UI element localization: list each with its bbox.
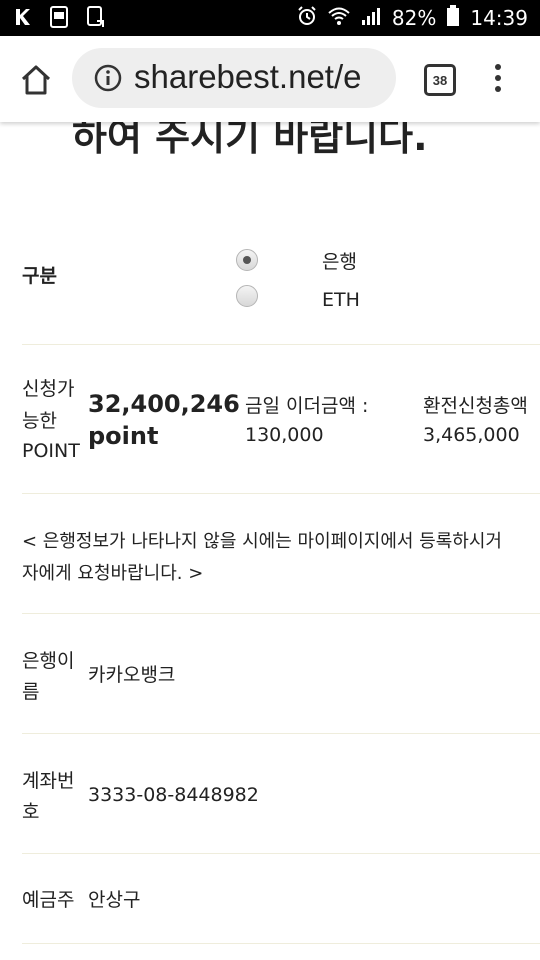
url-text[interactable]: sharebest.net/e — [134, 58, 362, 96]
bank-name-value: 카카오뱅크 — [88, 664, 176, 686]
point-label-line2: 능한 — [22, 410, 57, 432]
account-label-line1: 계좌번 — [22, 770, 75, 792]
holder-label: 예금주 — [22, 889, 75, 911]
bank-label-line1: 은행이 — [22, 650, 75, 672]
account-label-line2: 호 — [22, 801, 40, 823]
home-button[interactable] — [18, 62, 54, 98]
page-content: 하여 주시기 바랍니다. 구분 은행 ETH 신청가 능한 POINT 32,4… — [0, 122, 540, 960]
info-icon[interactable] — [94, 64, 122, 92]
point-unit: point — [88, 422, 159, 450]
holder-value: 안상구 — [88, 889, 141, 911]
exchange-total-value: 3,465,000 — [423, 424, 520, 446]
signal-icon — [360, 6, 382, 31]
divider — [22, 613, 540, 614]
radio-bank[interactable] — [236, 249, 258, 271]
clock: 14:39 — [470, 6, 528, 30]
eth-today-label: 금일 이더금액 : — [245, 395, 369, 417]
menu-dot-icon — [495, 64, 501, 70]
bank-label-line2: 름 — [22, 681, 40, 703]
wifi-icon — [328, 6, 350, 31]
notice-line2: 자에게 요청바랍니다. > — [22, 563, 204, 584]
screenshot-icon — [84, 6, 106, 28]
browser-toolbar: sharebest.net/e 38 — [0, 36, 540, 122]
notice-line1: < 은행정보가 나타나지 않을 시에는 마이페이지에서 등록하시거 — [22, 531, 502, 552]
point-label-line1: 신청가 — [22, 378, 75, 400]
point-label-line3: POINT — [22, 440, 80, 462]
k-notification-icon — [12, 6, 34, 28]
radio-selected-dot — [243, 256, 251, 264]
overflow-menu-button[interactable] — [488, 64, 508, 98]
divider — [22, 733, 540, 734]
status-right: 82% 14:39 — [296, 0, 528, 36]
app-notification-icon — [48, 6, 70, 28]
status-bar: 82% 14:39 — [0, 0, 540, 36]
home-icon — [21, 65, 51, 95]
point-amount: 32,400,246 — [88, 390, 240, 418]
radio-bank-label[interactable]: 은행 — [322, 246, 357, 278]
point-value: 32,400,246 point — [88, 388, 240, 452]
menu-dot-icon — [495, 75, 501, 81]
menu-dot-icon — [495, 86, 501, 92]
radio-eth-label[interactable]: ETH — [322, 284, 360, 316]
url-bar[interactable]: sharebest.net/e — [72, 48, 396, 108]
divider — [22, 943, 540, 944]
account-number-value: 3333-08-8448982 — [88, 784, 259, 806]
battery-percent: 82% — [391, 6, 437, 30]
page-heading: 하여 주시기 바랍니다. — [72, 122, 428, 159]
exchange-total-label: 환전신청총액 — [423, 395, 528, 417]
radio-eth[interactable] — [236, 285, 258, 307]
bank-notice: < 은행정보가 나타나지 않을 시에는 마이페이지에서 등록하시거 자에게 요청… — [22, 526, 502, 590]
divider — [22, 493, 540, 494]
status-left-icons — [12, 6, 106, 28]
battery-icon — [446, 4, 460, 32]
alarm-icon — [296, 5, 318, 32]
divider — [22, 344, 540, 345]
tab-switcher-button[interactable]: 38 — [424, 64, 456, 96]
eth-today-value: 130,000 — [245, 424, 324, 446]
type-label: 구분 — [22, 265, 57, 287]
divider — [22, 853, 540, 854]
